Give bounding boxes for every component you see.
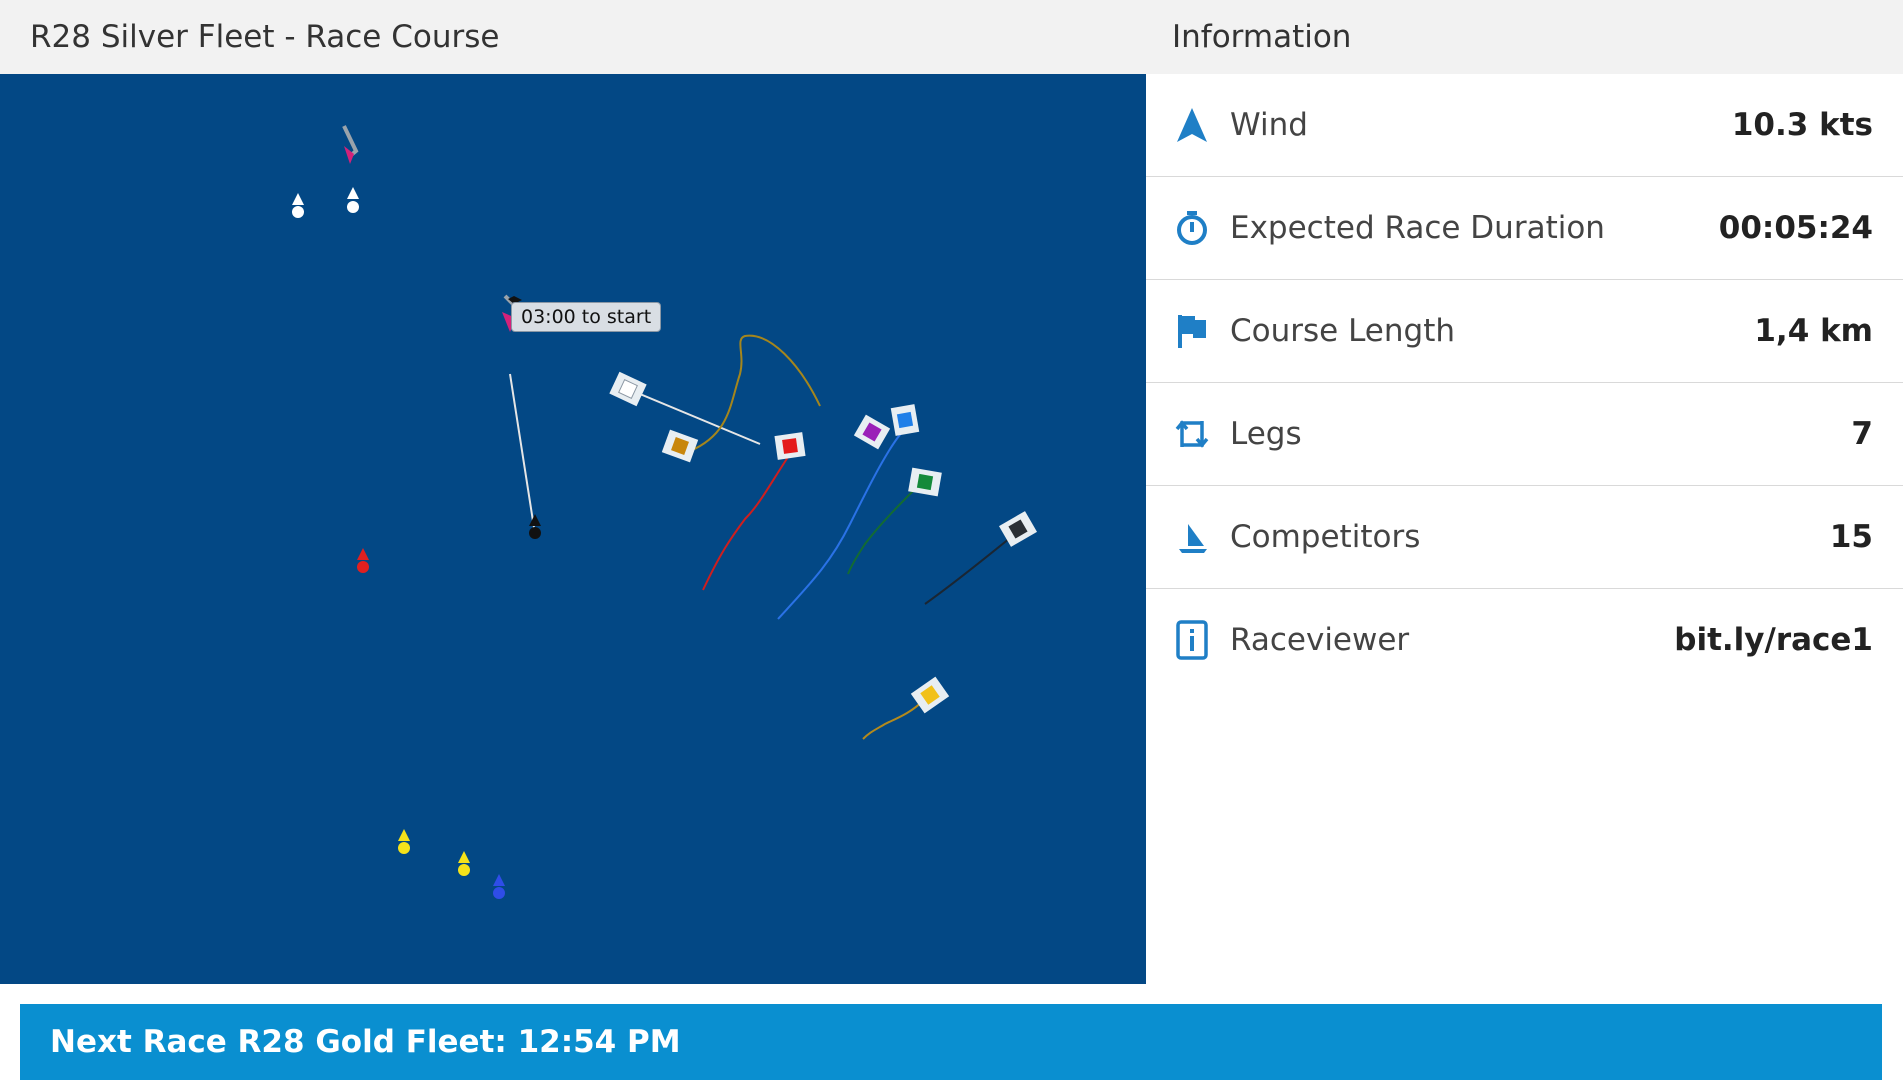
mark-white-left: [292, 193, 304, 218]
info-row-wind: Wind 10.3 kts: [1146, 74, 1903, 177]
duration-value: 00:05:24: [1718, 210, 1873, 246]
competitors-label: Competitors: [1230, 519, 1421, 555]
stopwatch-icon: [1174, 208, 1210, 248]
track-dark: [924, 533, 1016, 605]
info-row-competitors: Competitors 15: [1146, 486, 1903, 589]
next-race-banner: Next Race R28 Gold Fleet: 12:54 PM: [20, 1004, 1882, 1080]
race-course-map[interactable]: 03:00 to start: [0, 74, 1146, 984]
legs-value: 7: [1851, 416, 1873, 452]
wind-label: Wind: [1230, 107, 1308, 143]
boat-purple: [853, 414, 891, 450]
boat-green: [908, 467, 942, 497]
mark-black: [529, 514, 541, 539]
track-green: [847, 483, 921, 575]
race-title: R28 Silver Fleet - Race Course: [30, 19, 500, 55]
mark-blue: [493, 874, 505, 899]
info-icon: [1174, 620, 1210, 660]
duration-label: Expected Race Duration: [1230, 210, 1605, 246]
course-length-value: 1,4 km: [1754, 313, 1873, 349]
track-blue: [777, 428, 906, 620]
course-length-label: Course Length: [1230, 313, 1456, 349]
competitors-value: 15: [1829, 519, 1873, 555]
mark-white-right: [347, 187, 359, 213]
flag-icon: [1174, 311, 1210, 351]
info-row-course-length: Course Length 1,4 km: [1146, 280, 1903, 383]
boat-gold: [661, 429, 699, 463]
course-canvas: [292, 125, 1037, 899]
track-red: [702, 453, 791, 591]
race-course-header: R28 Silver Fleet - Race Course: [0, 0, 1146, 74]
boat-red: [774, 432, 806, 460]
info-row-raceviewer: Raceviewer bit.ly/race1: [1146, 589, 1903, 691]
boat-white: [609, 371, 647, 407]
sailboat-icon: [1174, 517, 1210, 557]
mark-red: [357, 548, 369, 573]
information-header: Information: [1146, 0, 1903, 74]
start-line: [509, 373, 536, 535]
wind-value: 10.3 kts: [1731, 107, 1873, 143]
mark-yellow-1: [398, 829, 410, 854]
mark-yellow-2: [458, 851, 470, 876]
start-countdown-tooltip: 03:00 to start: [511, 302, 662, 332]
info-row-legs: Legs 7: [1146, 383, 1903, 486]
mark-magenta-top: [342, 125, 359, 164]
boat-blue: [890, 404, 920, 436]
raceviewer-link[interactable]: bit.ly/race1: [1674, 622, 1873, 658]
information-title: Information: [1172, 19, 1352, 55]
wind-arrow-icon: [1174, 105, 1210, 145]
raceviewer-label: Raceviewer: [1230, 622, 1410, 658]
information-panel: Wind 10.3 kts Expected Race Duration 00:…: [1146, 74, 1903, 691]
boat-yellow: [910, 676, 950, 714]
info-row-duration: Expected Race Duration 00:05:24: [1146, 177, 1903, 280]
track-gold-lower: [862, 698, 926, 740]
next-race-text: Next Race R28 Gold Fleet: 12:54 PM: [50, 1024, 681, 1060]
track-white: [627, 388, 761, 445]
legs-label: Legs: [1230, 416, 1302, 452]
legs-arrows-icon: [1174, 414, 1210, 454]
